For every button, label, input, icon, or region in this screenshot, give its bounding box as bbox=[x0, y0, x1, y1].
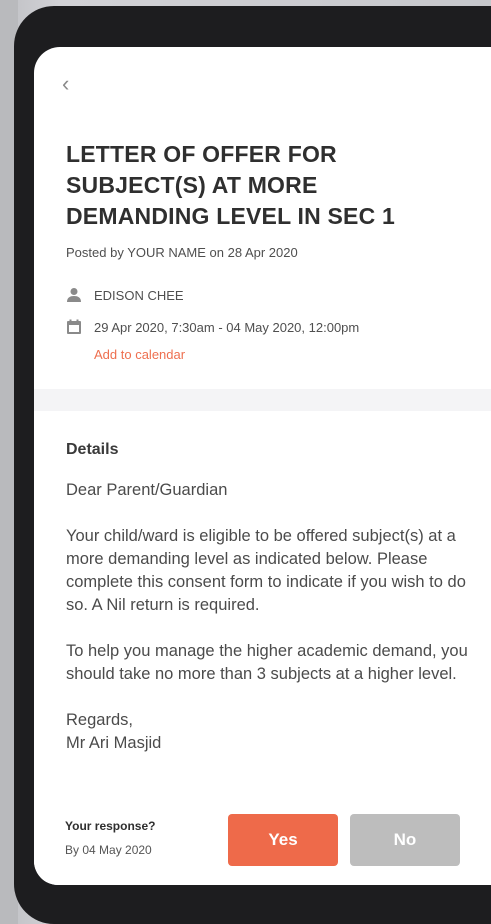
response-deadline: By 04 May 2020 bbox=[65, 843, 152, 857]
yes-button[interactable]: Yes bbox=[228, 814, 338, 866]
back-chevron-icon[interactable]: ‹ bbox=[62, 73, 69, 95]
details-paragraph: Your child/ward is eligible to be offere… bbox=[66, 527, 466, 614]
person-icon bbox=[66, 287, 82, 303]
date-range: 29 Apr 2020, 7:30am - 04 May 2020, 12:00… bbox=[94, 319, 360, 335]
scroll-fade bbox=[34, 761, 491, 789]
add-to-calendar-link[interactable]: Add to calendar bbox=[94, 347, 185, 362]
details-paragraph: Mr Ari Masjid bbox=[66, 734, 162, 752]
response-bar: Your response? By 04 May 2020 Yes No bbox=[34, 789, 491, 885]
page-title: LETTER OF OFFER FOR SUBJECT(S) AT MORE D… bbox=[66, 141, 395, 229]
date-row: 29 Apr 2020, 7:30am - 04 May 2020, 12:00… bbox=[66, 319, 359, 335]
details-heading: Details bbox=[66, 441, 119, 458]
details-paragraph: Regards, bbox=[66, 711, 133, 729]
staff-row: EDISON CHEE bbox=[66, 287, 184, 303]
no-button[interactable]: No bbox=[350, 814, 460, 866]
section-divider bbox=[34, 389, 491, 411]
response-question: Your response? bbox=[65, 819, 156, 833]
posted-by-text: Posted by YOUR NAME on 28 Apr 2020 bbox=[66, 245, 298, 260]
staff-name: EDISON CHEE bbox=[94, 287, 184, 303]
stage: ‹ LETTER OF OFFER FOR SUBJECT(S) AT MORE… bbox=[0, 0, 491, 924]
phone-frame: ‹ LETTER OF OFFER FOR SUBJECT(S) AT MORE… bbox=[14, 6, 491, 924]
details-paragraph: Dear Parent/Guardian bbox=[66, 481, 228, 499]
calendar-icon bbox=[66, 319, 82, 335]
screen: ‹ LETTER OF OFFER FOR SUBJECT(S) AT MORE… bbox=[34, 47, 491, 885]
details-paragraph: To help you manage the higher academic d… bbox=[66, 642, 468, 683]
details-body: Dear Parent/Guardian Your child/ward is … bbox=[66, 479, 470, 789]
